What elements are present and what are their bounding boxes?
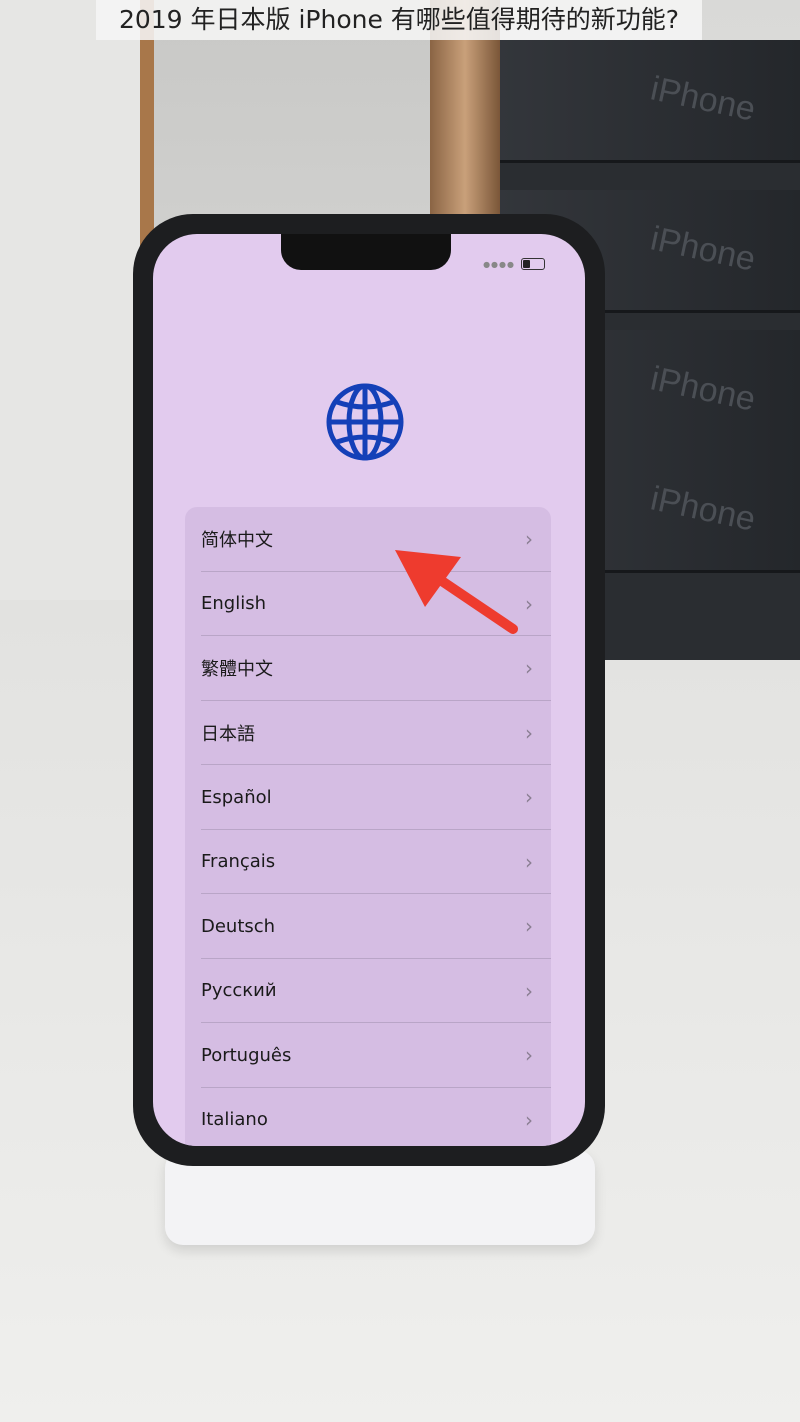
language-label: Deutsch bbox=[201, 915, 276, 937]
language-item[interactable]: Русский › bbox=[185, 959, 551, 1024]
language-label: Русский bbox=[201, 980, 277, 1002]
chevron-right-icon: › bbox=[525, 1107, 533, 1132]
chevron-right-icon: › bbox=[525, 527, 533, 552]
caption-title: 2019 年日本版 iPhone 有哪些值得期待的新功能? bbox=[96, 0, 702, 40]
chevron-right-icon: › bbox=[525, 978, 533, 1003]
chevron-right-icon: › bbox=[525, 849, 533, 874]
language-item[interactable]: Español › bbox=[185, 765, 551, 830]
language-item[interactable]: 日本語 › bbox=[185, 701, 551, 766]
language-label: Italiano bbox=[201, 1109, 268, 1131]
red-arrow-icon bbox=[395, 550, 518, 634]
chevron-right-icon: › bbox=[525, 1043, 533, 1068]
chevron-right-icon: › bbox=[525, 785, 533, 810]
status-bar: ●●●● bbox=[483, 258, 545, 270]
language-label: 繁體中文 bbox=[201, 659, 273, 681]
chevron-right-icon: › bbox=[525, 591, 533, 616]
language-label: 日本語 bbox=[201, 723, 255, 745]
globe-icon bbox=[326, 383, 404, 461]
box-logo: iPhone bbox=[647, 359, 759, 419]
language-item[interactable]: Français › bbox=[185, 830, 551, 895]
box-logo: iPhone bbox=[647, 219, 759, 279]
language-label: Português bbox=[201, 1044, 292, 1066]
signal-icon: ●●●● bbox=[483, 259, 515, 269]
language-label: 简体中文 bbox=[201, 530, 273, 552]
chevron-right-icon: › bbox=[525, 656, 533, 681]
language-label: English bbox=[201, 593, 266, 615]
box-logo: iPhone bbox=[647, 69, 759, 129]
language-item[interactable]: Italiano › bbox=[185, 1088, 551, 1147]
box-logo: iPhone bbox=[647, 479, 759, 539]
language-label: Français bbox=[201, 851, 276, 873]
chevron-right-icon: › bbox=[525, 914, 533, 939]
notch bbox=[281, 234, 451, 270]
wall-frame bbox=[0, 0, 154, 644]
iphone: ●●●● 简体中文 › English › 繁體中文 › 日本語 › Español › … bbox=[133, 214, 605, 1166]
language-item[interactable]: Português › bbox=[185, 1023, 551, 1088]
chevron-right-icon: › bbox=[525, 720, 533, 745]
phone-screen: ●●●● 简体中文 › English › 繁體中文 › 日本語 › Español › … bbox=[153, 234, 585, 1146]
iphone-box: iPhone bbox=[500, 40, 800, 163]
language-item[interactable]: 繁體中文 › bbox=[185, 636, 551, 701]
language-label: Español bbox=[201, 786, 272, 808]
battery-icon bbox=[521, 258, 545, 270]
language-item[interactable]: Deutsch › bbox=[185, 894, 551, 959]
